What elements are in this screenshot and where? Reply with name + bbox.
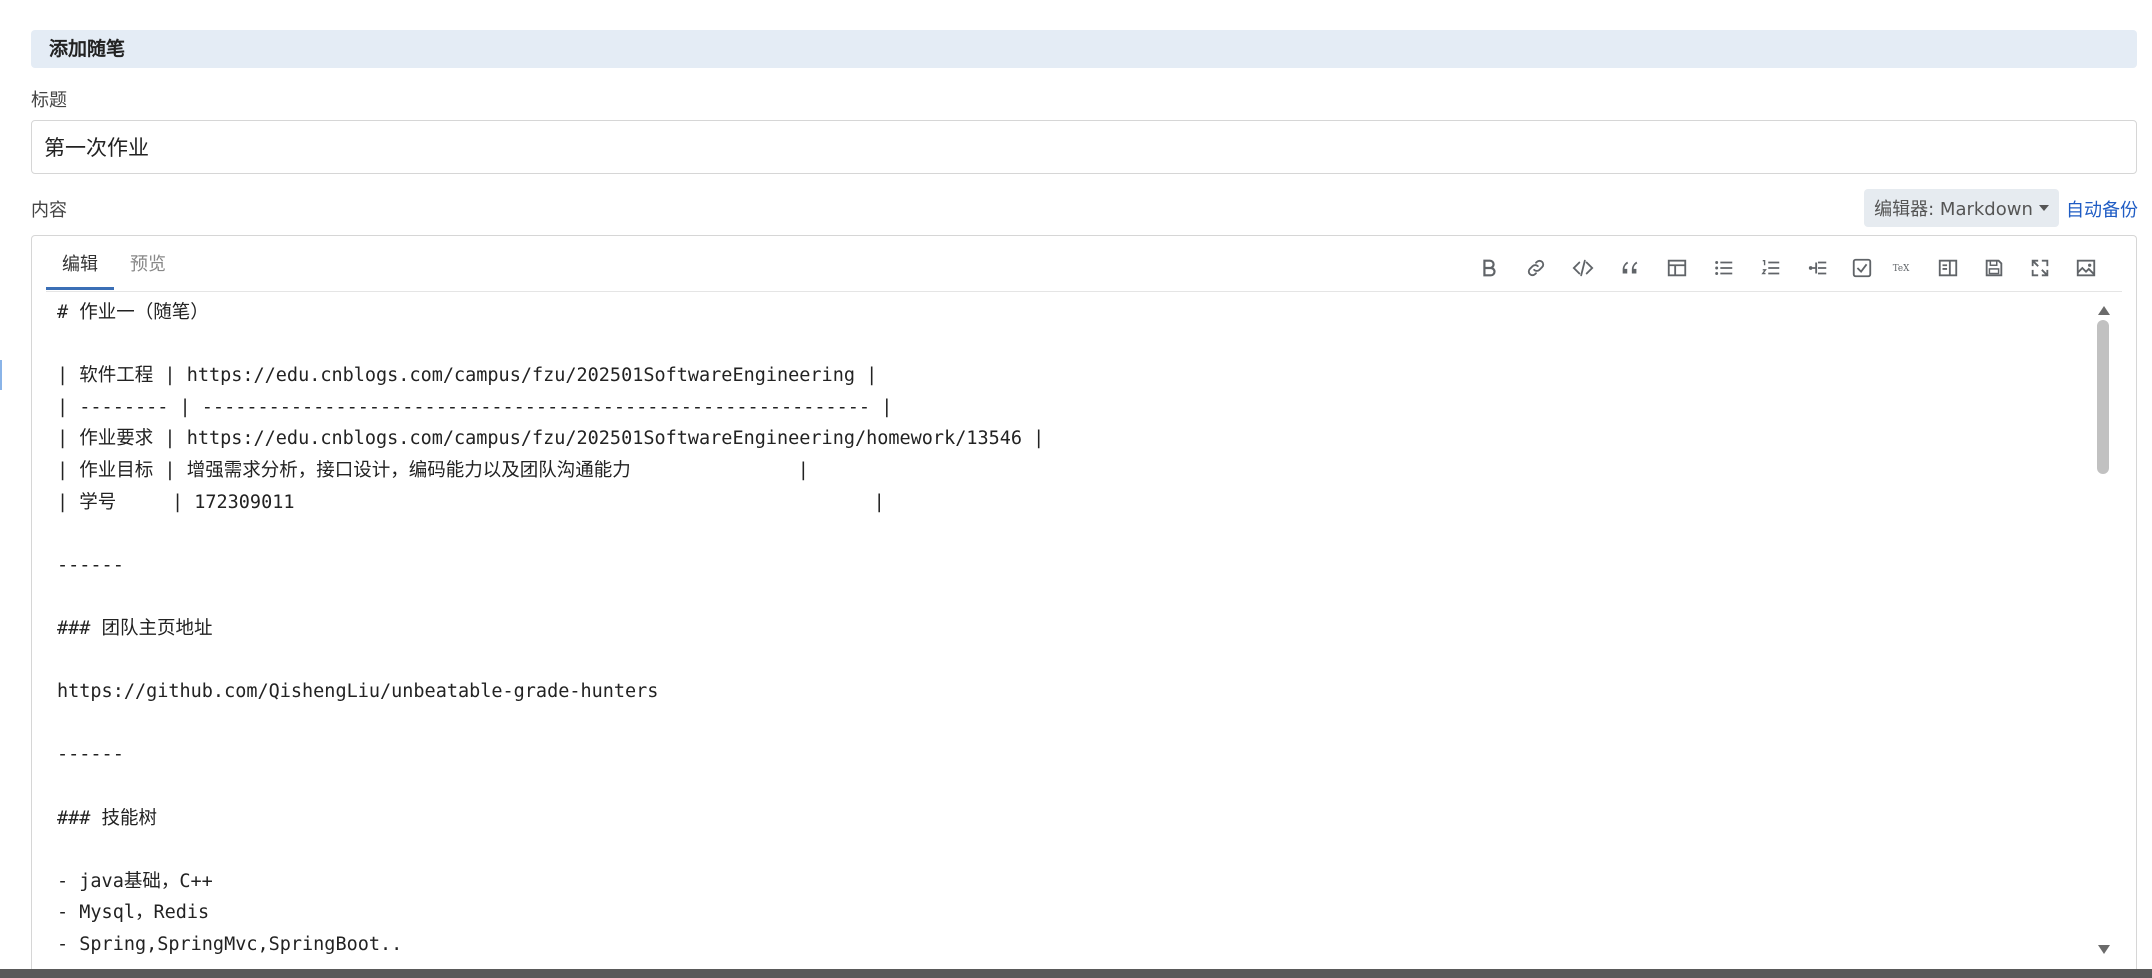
indent-list-icon[interactable] [1803, 253, 1833, 283]
table-icon[interactable] [1662, 253, 1692, 283]
code-line: # 作业一（随笔） [57, 302, 209, 323]
code-line: - Spring,SpringMvc,SpringBoot.. [57, 933, 403, 955]
code-line: ------ [57, 554, 124, 576]
content-label: 内容 [31, 200, 67, 221]
link-icon[interactable] [1521, 253, 1551, 283]
auto-backup-link[interactable]: 自动备份 [2066, 196, 2138, 222]
editor-type-dropdown[interactable]: 编辑器: Markdown [1864, 189, 2059, 227]
scroll-down-arrow-icon[interactable] [2098, 945, 2110, 954]
code-line: ### 技能树 [57, 807, 158, 829]
checkbox-icon[interactable] [1847, 253, 1877, 283]
scroll-up-arrow-icon[interactable] [2098, 306, 2110, 315]
title-label: 标题 [31, 90, 67, 111]
numbered-list-icon[interactable] [1756, 253, 1786, 283]
page: 添加随笔 标题 内容 编辑器: Markdown 自动备份 编辑 预览 [0, 0, 2152, 978]
code-line: ------ [57, 744, 124, 766]
scrollbar-thumb[interactable] [2097, 320, 2109, 474]
code-line: | 软件工程 | https://edu.cnblogs.com/campus/… [57, 365, 878, 387]
code-line: | 作业目标 | 增强需求分析，接口设计，编码能力以及团队沟通能力 | [57, 459, 809, 481]
code-line: | 学号 | 172309011 | [57, 491, 885, 513]
bold-icon[interactable] [1474, 253, 1504, 283]
fullscreen-icon[interactable] [2025, 253, 2055, 283]
svg-text:TeX: TeX [1893, 264, 1910, 274]
code-line: - java基础，C++ [57, 870, 213, 892]
section-header: 添加随笔 [31, 30, 2137, 68]
markdown-editor: 编辑 预览 TeX # 作业一（随笔） | 软件工程 | https://edu… [31, 235, 2137, 978]
code-line: - Mysql，Redis [57, 902, 210, 924]
left-edge-marker [0, 360, 2, 390]
code-line: | 作业要求 | https://edu.cnblogs.com/campus/… [57, 428, 1045, 450]
tab-preview[interactable]: 预览 [114, 236, 182, 290]
quote-icon[interactable] [1615, 253, 1645, 283]
side-by-side-icon[interactable] [1933, 253, 1963, 283]
bullet-list-icon[interactable] [1709, 253, 1739, 283]
bottom-window-bar [0, 969, 2152, 978]
editor-toolbar: TeX [1474, 253, 2114, 283]
caret-down-icon [2038, 205, 2049, 211]
code-icon[interactable] [1568, 253, 1598, 283]
editor-scrollbar[interactable] [2093, 306, 2113, 954]
markdown-textarea[interactable]: # 作业一（随笔） | 软件工程 | https://edu.cnblogs.c… [57, 292, 2107, 978]
editor-tabs: 编辑 预览 [46, 236, 182, 291]
tex-icon[interactable]: TeX [1888, 253, 1918, 283]
code-line: | -------- | ---------------------------… [57, 396, 893, 418]
title-input[interactable] [31, 120, 2137, 174]
editor-type-label: 编辑器: Markdown [1874, 199, 2033, 220]
tab-edit[interactable]: 编辑 [46, 236, 114, 290]
code-line: ### 团队主页地址 [57, 617, 213, 639]
code-line: https://github.com/QishengLiu/unbeatable… [57, 681, 659, 703]
image-icon[interactable] [2071, 253, 2101, 283]
save-icon[interactable] [1979, 253, 2009, 283]
